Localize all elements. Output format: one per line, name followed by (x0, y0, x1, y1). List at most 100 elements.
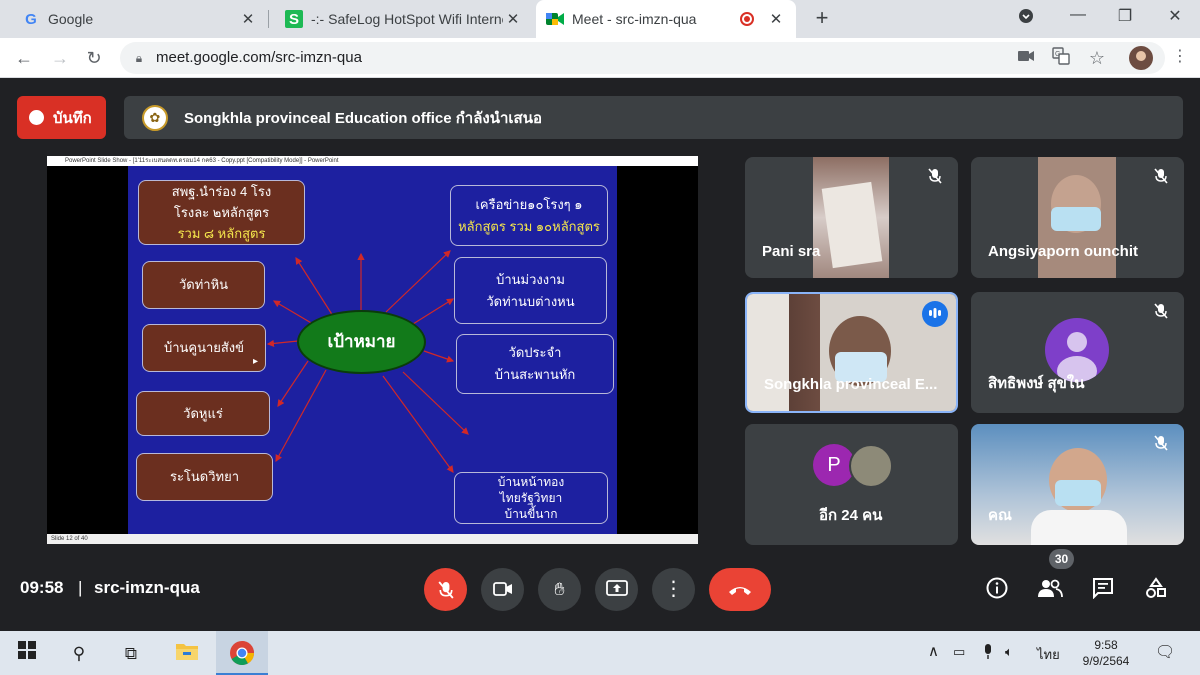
raise-hand-button[interactable]: ✋︎ (538, 568, 581, 611)
people-count-badge: 30 (1049, 549, 1074, 569)
forward-button[interactable]: → (48, 46, 72, 70)
participant-name: สิทธิพงษ์ สุขใน (988, 375, 1085, 392)
participant-tile-pani[interactable]: Pani sra (745, 157, 958, 278)
avatar (849, 444, 893, 488)
participant-tile-khun[interactable]: คณ (971, 424, 1184, 545)
target-box-pilot: สพฐ.นำร่อง 4 โรง โรงละ ๒หลักสูตร รวม ๘ ห… (138, 180, 305, 245)
participant-tile-sitthipong[interactable]: สิทธิพงษ์ สุขใน (971, 292, 1184, 413)
task-view-icon[interactable]: ⧉ (118, 641, 144, 667)
chat-button[interactable] (1087, 572, 1119, 604)
meeting-control-bar: 09:58 | src-imzn-qua ✋︎ ⋮ 30 (0, 549, 1200, 631)
tab-google[interactable]: G Google ✕ (0, 0, 268, 38)
target-box: วัดหูแร่ (136, 391, 270, 436)
notifications-icon[interactable]: 🗨︎ (1155, 642, 1175, 662)
target-box: ระโนดวิทยา (136, 453, 273, 501)
network-box: วัดประจำ บ้านสะพานหัก (456, 334, 614, 394)
windows-start-icon[interactable] (14, 641, 40, 667)
box-line: บ้านขี้นาก (504, 507, 558, 521)
camera-icon[interactable] (1015, 47, 1037, 69)
participant-tile-angsiyaporn[interactable]: Angsiyaporn ounchit (971, 157, 1184, 278)
file-explorer-icon[interactable] (174, 641, 200, 667)
battery-icon[interactable]: ▭ (953, 644, 965, 660)
tab-title: Google (48, 11, 94, 27)
record-button[interactable]: บันทึก (17, 96, 106, 139)
face-mask (1051, 207, 1101, 231)
box-line: วัดประจำ (508, 345, 562, 360)
language-indicator[interactable]: ไทย (1037, 644, 1060, 665)
box-line: วัดหูแร่ (183, 405, 223, 421)
bookmark-star-icon[interactable]: ☆ (1086, 47, 1108, 69)
participant-name: Songkhla provinceal E... (764, 376, 938, 393)
meeting-time: 09:58 (20, 578, 64, 597)
presentation-banner: ✿ Songkhla provinceal Education office ก… (124, 96, 1183, 139)
box-line: ไทยรัฐวิทยา (499, 491, 563, 505)
meet-favicon-icon (546, 10, 564, 28)
url-text[interactable]: meet.google.com/src-imzn-qua (156, 49, 362, 66)
shared-screen[interactable]: PowerPoint Slide Show - [1'11ระเบสนตดท.ด… (47, 156, 698, 544)
camera-toggle-button[interactable] (481, 568, 524, 611)
show-hidden-icons[interactable]: ∧ (928, 642, 939, 660)
ppt-status-bar: Slide 12 of 40 (47, 534, 698, 544)
leave-call-button[interactable] (709, 568, 771, 611)
meeting-details-button[interactable] (981, 572, 1013, 604)
mouse-cursor-icon: ▸ (253, 356, 259, 367)
box-highlight: หลักสูตร รวม ๑๐หลักสูตร (458, 218, 600, 234)
box-line: วัดท่าหิน (178, 277, 229, 292)
slide: สพฐ.นำร่อง 4 โรง โรงละ ๒หลักสูตร รวม ๘ ห… (128, 166, 617, 534)
mic-off-icon (1148, 166, 1174, 192)
box-line: ระโนดวิทยา (169, 469, 240, 484)
mic-off-icon (1148, 433, 1174, 459)
participant-clothing (1031, 510, 1127, 545)
network-box: เครือข่าย๑๐โรงๆ ๑ หลักสูตร รวม ๑๐หลักสูต… (450, 185, 608, 246)
browser-menu-icon[interactable]: ⋮ (1172, 46, 1188, 66)
tab-safelog[interactable]: S -:- SafeLog HotSpot Wifi Internet ✕ (269, 0, 533, 38)
activities-button[interactable] (1140, 572, 1172, 604)
clock-date: 9/9/2564 (1082, 654, 1130, 668)
translate-icon[interactable]: G (1050, 47, 1072, 69)
close-tab-icon[interactable]: ✕ (238, 10, 258, 28)
lock-icon[interactable]: 🔒︎ (128, 47, 150, 69)
browser-tab-bar: G Google ✕ S -:- SafeLog HotSpot Wifi In… (0, 0, 1200, 38)
people-button[interactable] (1034, 572, 1066, 604)
search-icon[interactable]: ⚲ (66, 641, 92, 667)
omnibox[interactable]: 🔒︎ meet.google.com/src-imzn-qua G ☆ (120, 42, 1165, 74)
organization-logo-icon: ✿ (142, 104, 168, 131)
participant-tile-others[interactable]: P อีก 24 คน (745, 424, 958, 545)
meet-stage: บันทึก ✿ Songkhla provinceal Education o… (0, 78, 1200, 631)
participant-name: คณ (988, 507, 1012, 524)
close-tab-icon[interactable]: ✕ (503, 10, 523, 28)
ppt-title-bar: PowerPoint Slide Show - [1'11ระเบสนตดท.ด… (47, 156, 698, 166)
back-button[interactable]: ← (12, 46, 36, 70)
svg-text:G: G (1055, 51, 1060, 58)
minimize-button[interactable]: — (1063, 6, 1093, 24)
volume-icon[interactable]: 🔈︎ (1005, 644, 1013, 660)
speaking-indicator-icon (922, 301, 948, 327)
microphone-icon[interactable] (983, 644, 993, 663)
box-line: สพฐ.นำร่อง 4 โรง (171, 184, 272, 199)
google-favicon-icon: G (25, 10, 37, 28)
box-line: โรงละ ๒หลักสูตร (173, 205, 270, 220)
tab-search-icon[interactable] (1011, 8, 1041, 29)
tab-meet[interactable]: Meet - src-imzn-qua ✕ (536, 0, 796, 38)
present-screen-button[interactable] (595, 568, 638, 611)
network-box: บ้านม่วงงาม วัดท่านบต่างหน (454, 257, 607, 324)
safelog-favicon-icon: S (285, 10, 303, 28)
more-options-button[interactable]: ⋮ (652, 568, 695, 611)
box-highlight: รวม ๘ หลักสูตร (177, 226, 266, 241)
face-mask (1055, 480, 1101, 506)
reload-button[interactable]: ↻ (82, 46, 106, 70)
presenting-text: Songkhla provinceal Education office กำล… (184, 109, 542, 127)
close-window-button[interactable]: ✕ (1160, 6, 1190, 26)
clock-time: 9:58 (1094, 638, 1118, 652)
mic-toggle-button[interactable] (424, 568, 467, 611)
profile-avatar[interactable] (1129, 46, 1153, 70)
meeting-code: src-imzn-qua (94, 578, 200, 597)
taskbar-clock[interactable]: 9:58 9/9/2564 (1078, 637, 1134, 669)
separator: | (78, 578, 83, 597)
new-tab-button[interactable]: + (810, 6, 834, 30)
maximize-button[interactable]: ❐ (1110, 6, 1140, 26)
participant-tile-songkhla[interactable]: Songkhla provinceal E... (745, 292, 958, 413)
close-tab-icon[interactable]: ✕ (766, 10, 786, 28)
chrome-taskbar-button[interactable] (216, 631, 268, 675)
record-label: บันทึก (53, 109, 92, 127)
